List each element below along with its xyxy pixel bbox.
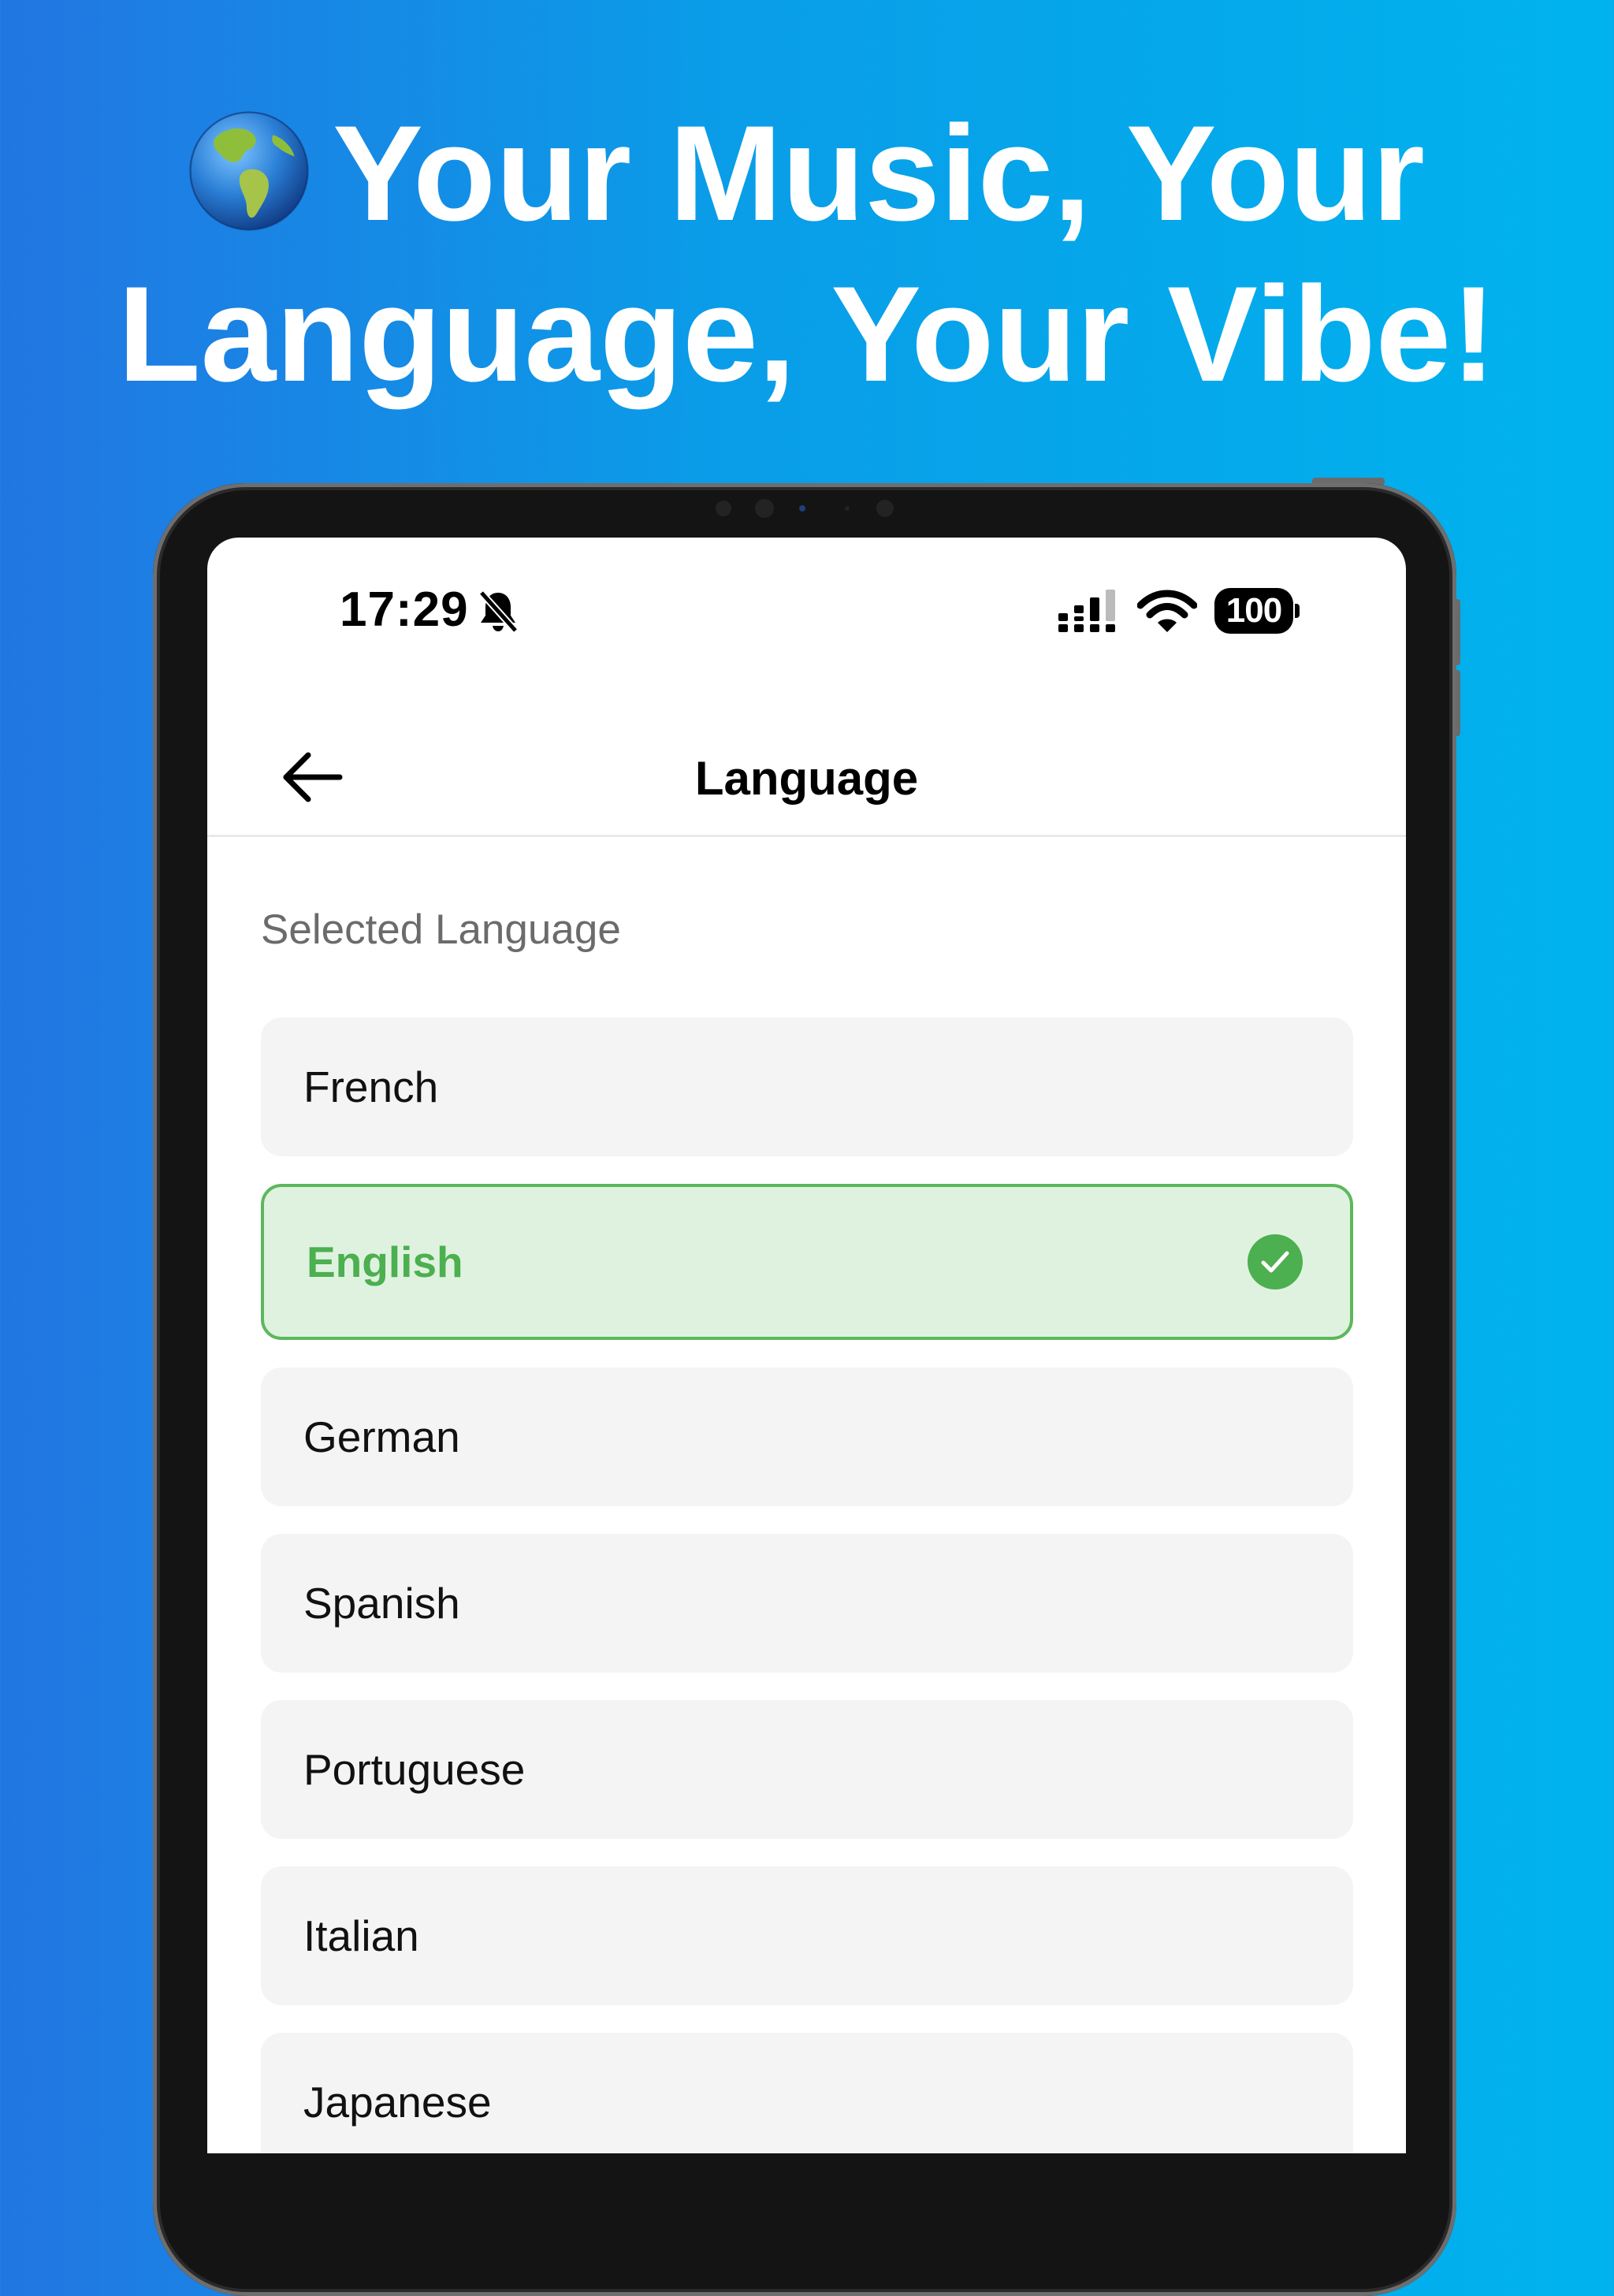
- language-label: German: [303, 1412, 460, 1461]
- bell-slash-icon: [478, 590, 519, 634]
- language-label: Portuguese: [303, 1745, 526, 1794]
- headline-line-1: Your Music, Your: [0, 93, 1614, 254]
- page-title: Language: [694, 752, 919, 805]
- navigation-bar: Language: [207, 716, 1406, 837]
- app-screen: 17:29 100 Language Selected Language Fre…: [207, 538, 1406, 2153]
- language-option-german[interactable]: German: [261, 1368, 1353, 1506]
- headline-line-1-text: Your Music, Your: [333, 98, 1425, 249]
- language-option-japanese[interactable]: Japanese: [261, 2033, 1353, 2153]
- language-option-french[interactable]: French: [261, 1018, 1353, 1156]
- front-camera-sensors: [709, 497, 898, 520]
- language-label: French: [303, 1062, 439, 1111]
- battery-level: 100: [1214, 588, 1293, 634]
- language-option-portuguese[interactable]: Portuguese: [261, 1700, 1353, 1839]
- back-arrow-icon[interactable]: [277, 746, 348, 809]
- status-time: 17:29: [340, 582, 469, 637]
- promo-headline: Your Music, Your Language, Your Vibe!: [0, 93, 1614, 415]
- language-label: Italian: [303, 1911, 419, 1960]
- language-option-english[interactable]: English: [261, 1184, 1353, 1340]
- language-list: French English German Spanish Portuguese…: [261, 1018, 1353, 2153]
- wifi-icon: [1137, 590, 1197, 632]
- language-option-spanish[interactable]: Spanish: [261, 1534, 1353, 1673]
- section-label: Selected Language: [261, 906, 621, 953]
- cellular-signal-icon: [1058, 590, 1115, 632]
- language-label: Japanese: [303, 2078, 492, 2127]
- language-label: Spanish: [303, 1579, 460, 1628]
- language-option-italian[interactable]: Italian: [261, 1866, 1353, 2005]
- battery-icon: 100: [1214, 588, 1300, 634]
- check-circle-icon: [1248, 1234, 1303, 1289]
- headline-line-2: Language, Your Vibe!: [117, 259, 1497, 410]
- globe-americas-icon: [189, 111, 309, 231]
- language-label: English: [307, 1237, 463, 1286]
